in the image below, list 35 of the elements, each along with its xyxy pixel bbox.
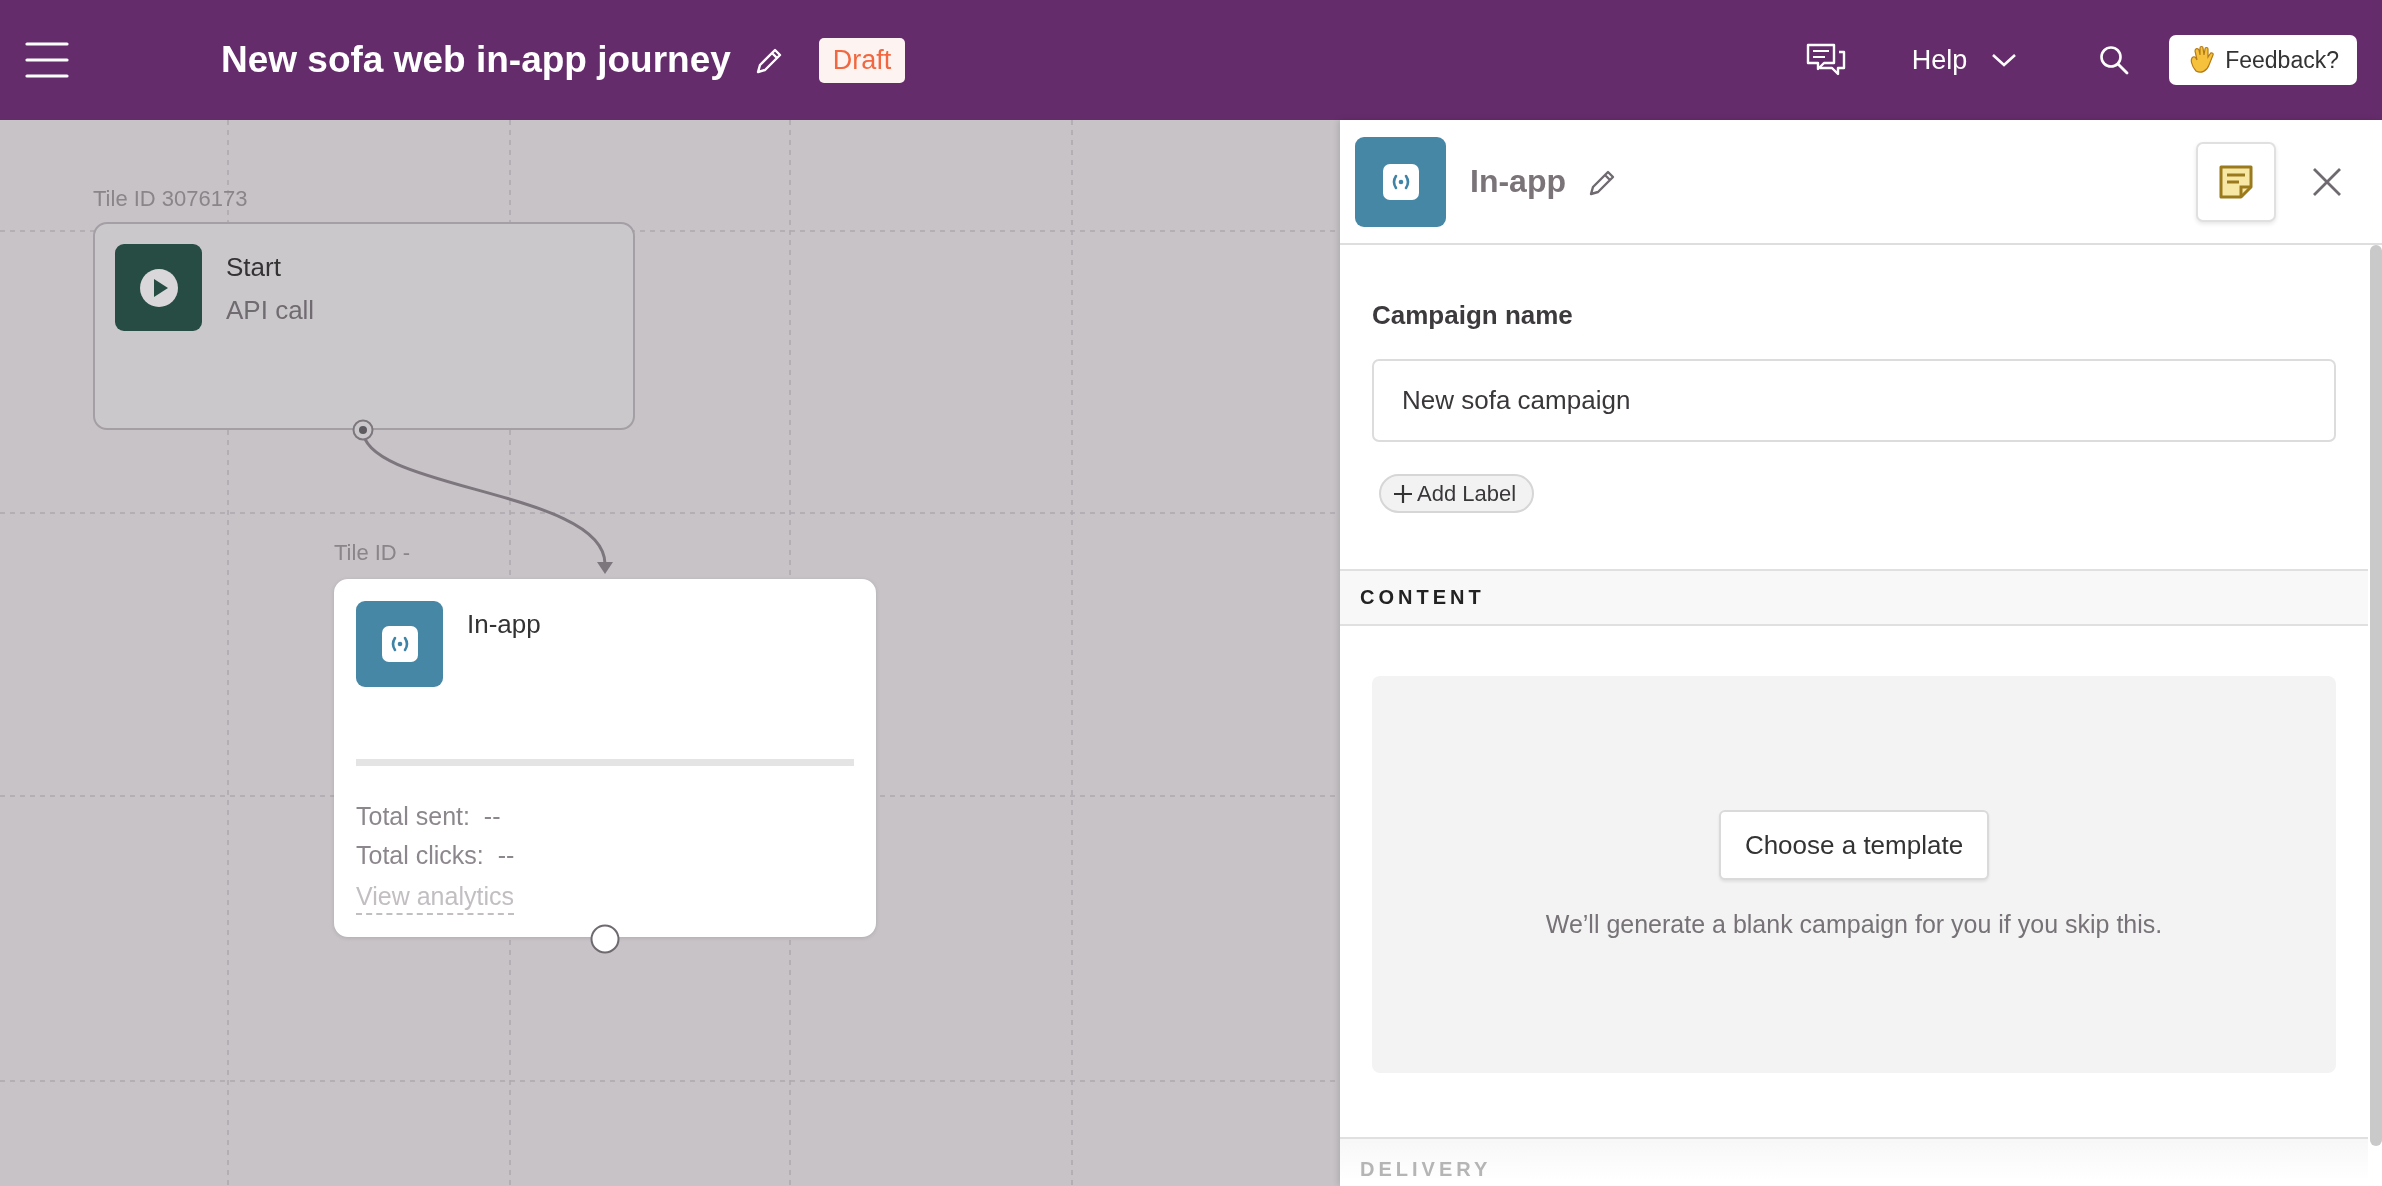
menu-icon[interactable]	[25, 41, 69, 79]
plus-icon	[1393, 483, 1413, 504]
tile-id-label: Tile ID -	[334, 540, 411, 566]
chat-icon[interactable]	[1805, 43, 1846, 77]
notes-button[interactable]	[2196, 141, 2276, 222]
stat-text: Total clicks: --	[356, 841, 515, 870]
start-tile[interactable]: Start API call	[93, 222, 635, 430]
tile-subtitle: API call	[226, 295, 315, 326]
status-badge: Draft	[818, 37, 906, 83]
in-app-tile[interactable]: In-app Total sent: -- Total clicks: -- View analytics	[334, 579, 876, 937]
broadcast-icon	[356, 601, 443, 687]
feedback-button[interactable]: Feedback?	[2169, 35, 2357, 85]
tile-id-label: Tile ID 3076173	[93, 186, 248, 212]
choose-template-button[interactable]: Choose a template	[1718, 810, 1990, 880]
tile-title: In-app	[467, 609, 541, 640]
connection-port[interactable]	[590, 924, 620, 954]
play-icon	[115, 244, 202, 331]
close-icon[interactable]	[2312, 166, 2342, 197]
search-icon[interactable]	[2099, 45, 2130, 75]
broadcast-icon	[1355, 136, 1446, 227]
scrollbar[interactable]	[2370, 245, 2382, 1146]
help-menu[interactable]: Help	[1911, 44, 1968, 76]
campaign-name-field[interactable]: New sofa campaign	[1372, 359, 2336, 442]
tile-title: Start	[226, 252, 282, 283]
section-heading: DELIVERY	[1340, 1137, 2368, 1181]
panel-title: In-app	[1470, 163, 1566, 200]
stat-text: Total sent: --	[356, 802, 501, 831]
chevron-down-icon[interactable]	[1991, 52, 2018, 68]
add-label-button[interactable]: Add Label	[1379, 474, 1535, 513]
section-heading: CONTENT	[1340, 569, 2368, 626]
journey-title: New sofa web in-app journey	[221, 39, 731, 81]
hint-text: We’ll generate a blank campaign for you if you skip this.	[1545, 910, 2163, 939]
note-icon	[2218, 163, 2254, 200]
connection-port[interactable]	[352, 419, 374, 441]
field-label: Campaign name	[1372, 300, 1573, 331]
